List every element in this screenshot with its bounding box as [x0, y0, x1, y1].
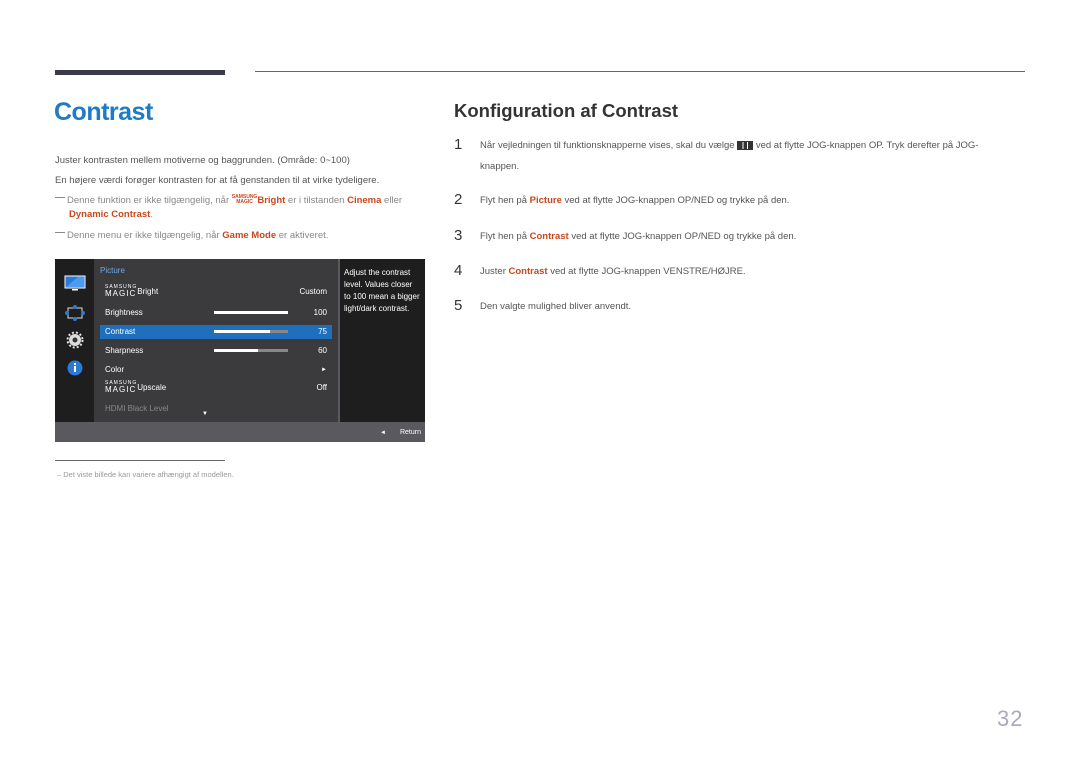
osd-menu-header: Picture	[100, 266, 125, 275]
osd-menu-illustration: Picture SAMSUNG MAGICBright Custom Bright…	[55, 259, 425, 442]
samsung-magic-logo: SAMSUNG MAGIC	[231, 194, 258, 206]
osd-picture-menu: Picture SAMSUNG MAGICBright Custom Bright…	[94, 259, 338, 422]
onscreen-display-icon	[65, 305, 85, 321]
scroll-down-icon[interactable]: ▼	[202, 411, 208, 417]
sharpness-slider[interactable]	[214, 349, 288, 352]
osd-item-sharpness[interactable]: Sharpness 60	[100, 344, 332, 358]
footnote-rule	[55, 460, 225, 461]
header-rule	[255, 71, 1025, 72]
note-game-mode: Denne menu er ikke tilgængelig, når Game…	[55, 230, 328, 241]
picture-icon	[64, 275, 86, 291]
osd-item-magic-upscale[interactable]: SAMSUNG MAGICUpscale Off	[100, 381, 332, 395]
osd-item-contrast[interactable]: Contrast 75	[100, 325, 332, 339]
osd-item-color[interactable]: Color ►	[100, 363, 332, 377]
intro-line-2: En højere værdi forøger kontrasten for a…	[55, 175, 380, 186]
info-icon	[67, 360, 83, 376]
menu-icon	[737, 140, 754, 150]
osd-footer: ◄ Return	[55, 422, 425, 442]
gear-icon	[66, 331, 84, 349]
note-dynamic-contrast: Dynamic Contrast.	[69, 209, 153, 220]
intro-line-1: Juster kontrasten mellem motiverne og ba…	[55, 155, 350, 166]
contrast-slider[interactable]	[214, 330, 288, 333]
note-dash	[55, 196, 65, 198]
osd-item-hdmi-black-level: HDMI Black Level	[105, 404, 169, 413]
osd-item-magic-bright[interactable]: SAMSUNG MAGICBright Custom	[100, 285, 332, 299]
footnote: – Det viste billede kan variere afhængig…	[57, 470, 234, 479]
page-title: Contrast	[54, 98, 153, 126]
return-button[interactable]: ◄ Return	[380, 429, 421, 436]
chevron-right-icon: ►	[321, 367, 327, 373]
note-dash	[55, 231, 65, 233]
samsung-magic-logo: SAMSUNG MAGIC	[105, 284, 138, 299]
note-magic-bright: Denne funktion er ikke tilgængelig, når …	[55, 195, 402, 206]
samsung-magic-logo: SAMSUNG MAGIC	[105, 380, 138, 395]
config-heading: Konfiguration af Contrast	[454, 100, 679, 121]
osd-sidebar	[55, 259, 95, 422]
page-number: 32	[997, 706, 1024, 731]
osd-help-text: Adjust the contrast level. Values closer…	[340, 259, 425, 422]
brightness-slider[interactable]	[214, 311, 288, 314]
return-arrow-icon: ◄	[380, 430, 386, 436]
osd-item-brightness[interactable]: Brightness 100	[100, 306, 332, 320]
header-accent-bar	[55, 70, 225, 75]
